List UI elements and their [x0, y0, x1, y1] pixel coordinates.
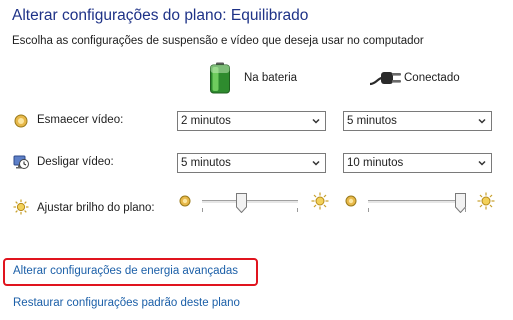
page-title: Alterar configurações do plano: Equilibr…: [12, 7, 309, 24]
dim-display-label: Esmaecer vídeo:: [37, 114, 124, 126]
chevron-down-icon: [478, 160, 486, 166]
turn-off-display-plugged-select[interactable]: 10 minutos: [343, 153, 492, 173]
slider-track: [368, 200, 466, 204]
selected-value: 2 minutos: [181, 115, 231, 127]
page-subtitle: Escolha as configurações de suspensão e …: [12, 35, 424, 47]
turn-off-display-battery-select[interactable]: 5 minutos: [177, 153, 326, 173]
restore-defaults-link[interactable]: Restaurar configurações padrão deste pla…: [13, 297, 240, 309]
dim-brightness-icon: [345, 195, 357, 207]
advanced-settings-link[interactable]: Alterar configurações de energia avançad…: [13, 265, 238, 277]
selected-value: 5 minutos: [181, 157, 231, 169]
selected-value: 5 minutos: [347, 115, 397, 127]
monitor-clock-icon: [13, 155, 29, 169]
bright-brightness-icon: [477, 192, 495, 210]
dim-display-icon: [14, 114, 28, 128]
slider-track: [202, 200, 298, 204]
chevron-down-icon: [478, 118, 486, 124]
plugged-column-label: Conectado: [404, 72, 460, 84]
dim-brightness-icon: [179, 195, 191, 207]
dim-display-battery-select[interactable]: 2 minutos: [177, 111, 326, 131]
chevron-down-icon: [312, 160, 320, 166]
battery-icon: [210, 62, 230, 94]
turn-off-display-label: Desligar vídeo:: [37, 156, 114, 168]
slider-ticks: [202, 208, 298, 212]
dim-display-plugged-select[interactable]: 5 minutos: [343, 111, 492, 131]
selected-value: 10 minutos: [347, 157, 404, 169]
slider-thumb[interactable]: [236, 193, 247, 213]
battery-brightness-slider[interactable]: [202, 192, 298, 214]
chevron-down-icon: [312, 118, 320, 124]
brightness-label: Ajustar brilho do plano:: [37, 202, 155, 214]
power-plug-icon: [369, 72, 401, 86]
slider-ticks: [368, 208, 466, 212]
bright-brightness-icon: [311, 192, 329, 210]
plugged-brightness-slider[interactable]: [368, 192, 466, 214]
sun-icon: [13, 199, 29, 215]
slider-thumb[interactable]: [455, 193, 466, 213]
battery-column-label: Na bateria: [244, 72, 298, 84]
